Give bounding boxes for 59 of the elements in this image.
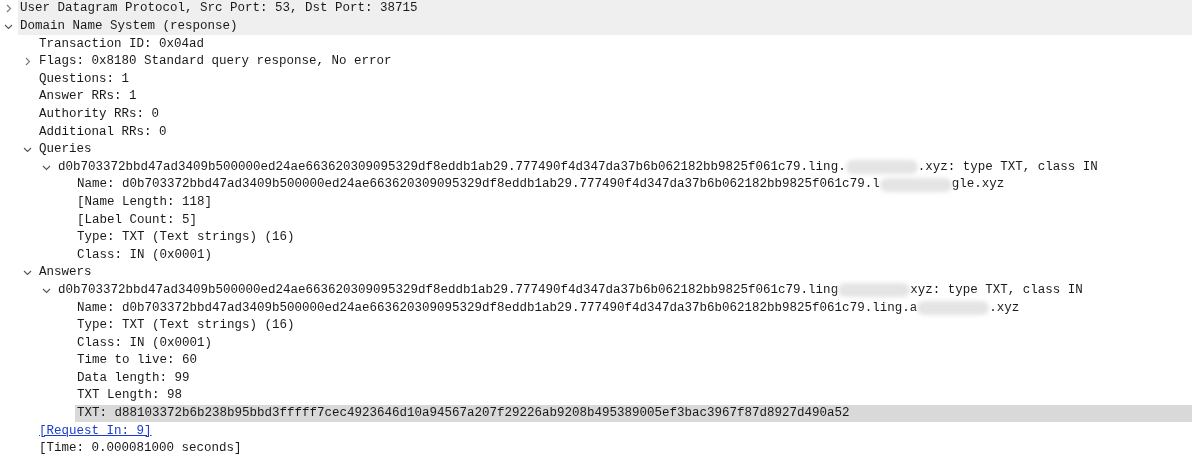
tree-item-text: Queries xyxy=(39,141,92,159)
tree-item-text: Time to live: 60 xyxy=(77,352,198,370)
tree-row[interactable]: Answers xyxy=(37,263,1192,282)
tree-item-text: Domain Name System (response) xyxy=(20,18,238,35)
tree-row[interactable]: Queries xyxy=(37,140,1192,159)
tree-row[interactable]: Type: TXT (Text strings) (16) xyxy=(75,228,1192,247)
tree-item-text: Questions: 1 xyxy=(39,70,129,88)
tree-row[interactable]: Flags: 0x8180 Standard query response, No error xyxy=(37,52,1192,71)
chevron-right-icon[interactable] xyxy=(23,57,32,67)
tree-row[interactable]: Type: TXT (Text strings) (16) xyxy=(75,316,1192,335)
tree-row[interactable]: d0b703372bbd47ad3409b500000ed24ae663620309095329df8eddb1ab29.777490f4d347da37b6b062182bb9825f061c79.ling xyz: type TXT, class IN xyxy=(56,281,1192,300)
tree-item-text: Class: IN (0x0001) xyxy=(77,246,213,264)
tree-row[interactable]: Additional RRs: 0 xyxy=(37,123,1192,141)
tree-row[interactable]: [Time: 0.000081000 seconds] xyxy=(37,439,1192,458)
tree-row[interactable]: [Name Length: 118] xyxy=(75,193,1192,212)
tree-item-text: TXT Length: 98 xyxy=(77,387,183,405)
tree-item-text: Flags: 0x8180 Standard query response, No error xyxy=(39,53,392,71)
tree-row[interactable]: Class: IN (0x0001) xyxy=(75,334,1192,352)
chevron-down-icon[interactable] xyxy=(23,145,32,155)
selected-tree-row[interactable]: TXT: d88103372b6b238b95bbd3fffff7cec4923646d10a94567a207f29226ab9208b495389005ef3bac3967f87d8927d490a52 xyxy=(75,404,1192,423)
tree-item-text: .xyz xyxy=(989,299,1020,317)
tree-row[interactable]: Name: d0b703372bbd47ad3409b500000ed24ae663620309095329df8eddb1ab29.777490f4d347da37b6b062182bb9825f061c79.ling.a .xyz xyxy=(75,299,1192,317)
tree-row[interactable]: Data length: 99 xyxy=(75,369,1192,388)
tree-item-text: Type: TXT (Text strings) (16) xyxy=(77,317,295,335)
tree-item-text: Name: d0b703372bbd47ad3409b500000ed24ae663620309095329df8eddb1ab29.777490f4d347da37b6b062182bb9825f061c79.ling.a xyxy=(77,299,918,317)
tree-row[interactable]: [Label Count: 5] xyxy=(75,211,1192,229)
tree-item-text: Additional RRs: 0 xyxy=(39,123,167,141)
tree-item-text: Answer RRs: 1 xyxy=(39,88,137,106)
tree-item-text: TXT: d88103372b6b238b95bbd3fffff7cec4923646d10a94567a207f29226ab9208b495389005ef3bac3967f87d8927d490a52 xyxy=(77,405,850,423)
tree-item-text: [Time: 0.000081000 seconds] xyxy=(39,440,242,458)
tree-row[interactable]: Class: IN (0x0001) xyxy=(75,246,1192,264)
tree-item-text: Data length: 99 xyxy=(77,369,190,387)
tree-item-text: gle.xyz xyxy=(951,176,1005,194)
tree-item-text: d0b703372bbd47ad3409b500000ed24ae663620309095329df8eddb1ab29.777490f4d347da37b6b062182bb9825f061c79.ling xyxy=(58,281,839,299)
tree-item-text: Authority RRs: 0 xyxy=(39,106,160,123)
tree-item-text: Name: d0b703372bbd47ad3409b500000ed24ae663620309095329df8eddb1ab29.777490f4d347da37b6b062182bb9825f061c79.l xyxy=(77,176,880,194)
tree-row[interactable]: d0b703372bbd47ad3409b500000ed24ae663620309095329df8eddb1ab29.777490f4d347da37b6b062182bb9825f061c79.ling. .xyz: type TXT, class IN xyxy=(56,158,1192,176)
tree-item-text: [Name Length: 118] xyxy=(77,193,213,211)
chevron-right-icon[interactable] xyxy=(4,4,13,14)
tree-item-text: d0b703372bbd47ad3409b500000ed24ae663620309095329df8eddb1ab29.777490f4d347da37b6b062182bb9825f061c79.ling. xyxy=(58,158,846,176)
highlighted-tree-row[interactable]: User Datagram Protocol, Src Port: 53, Dst Port: 38715 xyxy=(18,0,1192,18)
tree-item-text: Answers xyxy=(39,264,92,282)
chevron-down-icon[interactable] xyxy=(23,268,32,278)
tree-item-text: xyz: type TXT, class IN xyxy=(910,281,1083,299)
tree-row[interactable]: Name: d0b703372bbd47ad3409b500000ed24ae663620309095329df8eddb1ab29.777490f4d347da37b6b062182bb9825f061c79.l gle.xyz xyxy=(75,175,1192,194)
tree-item-text: Class: IN (0x0001) xyxy=(77,334,213,352)
tree-row[interactable]: Answer RRs: 1 xyxy=(37,87,1192,106)
tree-row[interactable]: [Request In: 9] xyxy=(37,422,1192,440)
tree-row[interactable]: Authority RRs: 0 xyxy=(37,105,1192,124)
request-link[interactable]: [Request In: 9] xyxy=(39,421,152,441)
tree-item-text: Type: TXT (Text strings) (16) xyxy=(77,229,295,247)
tree-row[interactable]: Questions: 1 xyxy=(37,70,1192,88)
tree-row[interactable]: Time to live: 60 xyxy=(75,351,1192,370)
tree-item-text: Transaction ID: 0x04ad xyxy=(39,35,205,53)
tree-row[interactable]: TXT Length: 98 xyxy=(75,387,1192,405)
tree-row[interactable]: Transaction ID: 0x04ad xyxy=(37,35,1192,53)
tree-item-text: [Label Count: 5] xyxy=(77,211,198,229)
tree-item-text: .xyz: type TXT, class IN xyxy=(917,158,1098,176)
tree-item-text: User Datagram Protocol, Src Port: 53, Dst Port: 38715 xyxy=(20,0,418,18)
